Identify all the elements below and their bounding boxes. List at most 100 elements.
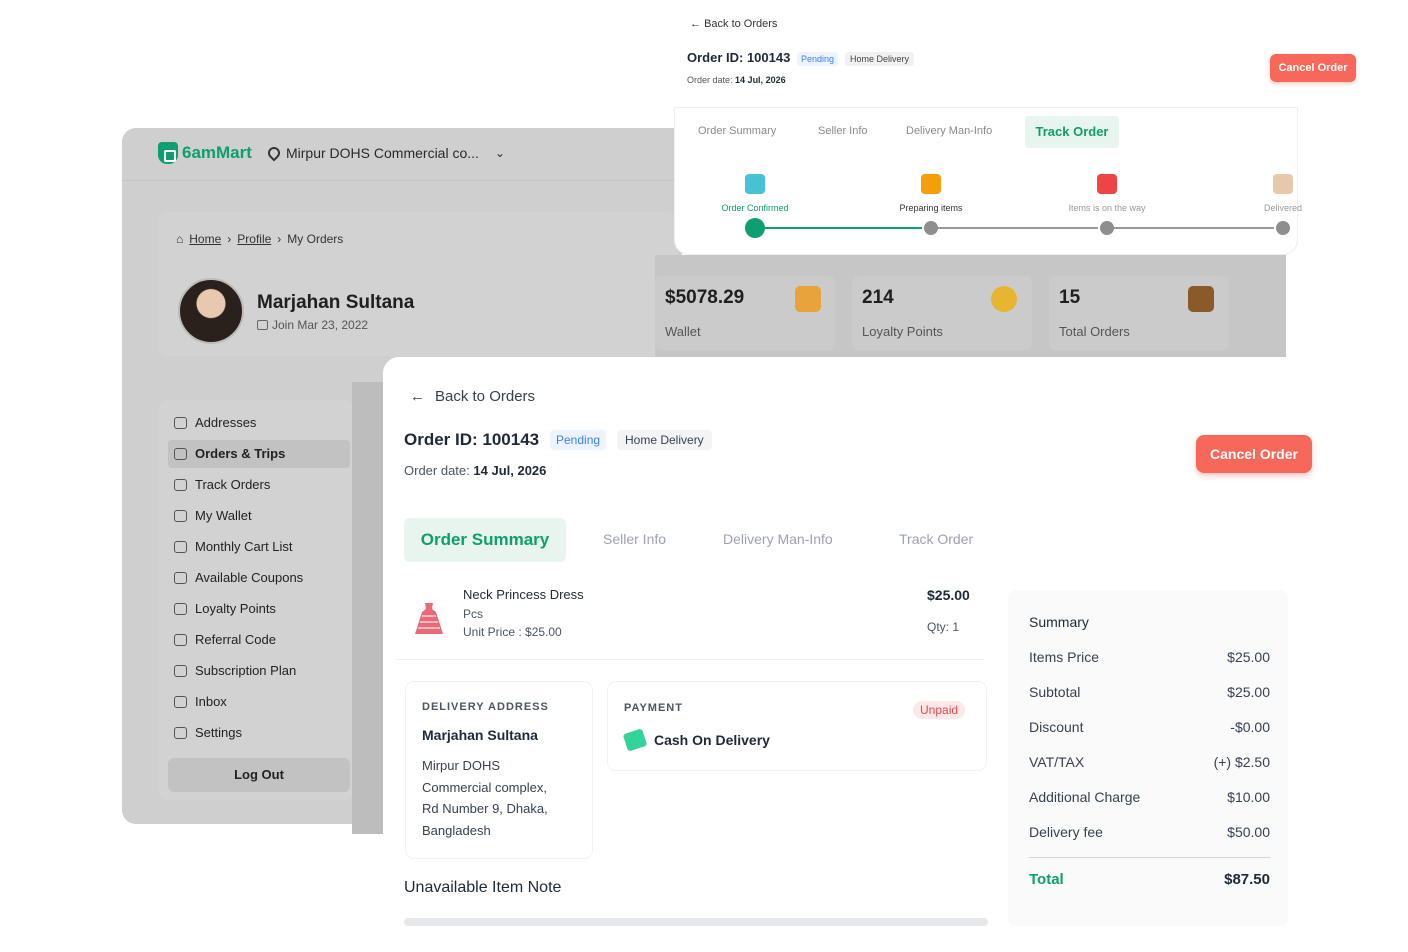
tab-seller-info[interactable]: Seller Info xyxy=(603,531,666,547)
menu-item-referral[interactable]: Referral Code xyxy=(174,632,276,647)
menu-item-settings[interactable]: Settings xyxy=(174,725,242,740)
breadcrumb-profile[interactable]: Profile xyxy=(237,232,271,246)
bag-logo-icon xyxy=(158,142,178,164)
summary-label-discount: Discount xyxy=(1029,719,1084,735)
brand-name: 6amMart xyxy=(182,143,252,162)
menu-label: My Wallet xyxy=(195,508,252,523)
orders-value: 15 xyxy=(1059,287,1081,308)
menu-item-orders[interactable]: Orders & Trips xyxy=(174,446,285,461)
brand-logo[interactable]: 6amMart xyxy=(158,142,252,164)
mini-delivery-type-badge: Home Delivery xyxy=(845,52,915,66)
share-icon xyxy=(174,633,187,646)
payment-heading: PAYMENT xyxy=(624,702,683,714)
loyalty-label: Loyalty Points xyxy=(862,324,943,339)
delivery-address-name: Marjahan Sultana xyxy=(422,727,538,743)
summary-label-additional-charge: Additional Charge xyxy=(1029,789,1141,805)
dress-icon xyxy=(415,603,443,634)
menu-label: Subscription Plan xyxy=(195,663,297,678)
summary-value-discount: -$0.00 xyxy=(1230,719,1270,735)
mini-order-date: Order date: 14 Jul, 2026 xyxy=(687,75,786,85)
join-date-text: Join Mar 23, 2022 xyxy=(272,318,369,332)
coupon-icon xyxy=(174,571,187,584)
progress-line xyxy=(1114,227,1274,229)
location-pin-icon xyxy=(265,144,283,162)
step-label-preparing: Preparing items xyxy=(899,203,963,213)
breadcrumb-separator-icon: › xyxy=(277,232,282,246)
mini-date-value: 14 Jul, 2026 xyxy=(735,75,786,85)
menu-item-addresses[interactable]: Addresses xyxy=(174,415,256,430)
mini-back-to-orders[interactable]: ← Back to Orders xyxy=(690,18,777,30)
order-id: Order ID: 100143 xyxy=(404,430,540,449)
order-confirmed-icon xyxy=(745,174,765,194)
payment-status-badge: Unpaid xyxy=(913,701,966,719)
route-icon xyxy=(174,478,187,491)
mini-order-id: Order ID: 100143 xyxy=(687,50,791,65)
payment-card xyxy=(608,682,986,770)
address-line: Bangladesh xyxy=(422,823,491,838)
mini-status-badge: Pending xyxy=(797,52,839,66)
summary-label-delivery-fee: Delivery fee xyxy=(1029,824,1103,840)
back-to-orders-link[interactable]: ← Back to Orders xyxy=(410,388,535,405)
order-date: Order date: 14 Jul, 2026 xyxy=(404,463,546,478)
order-date-label: Order date: xyxy=(404,463,470,478)
tab-track-order[interactable]: Track Order xyxy=(899,531,973,547)
star-badge-icon xyxy=(991,286,1017,312)
menu-item-inbox[interactable]: Inbox xyxy=(174,694,227,709)
address-icon xyxy=(174,416,187,429)
logout-button[interactable]: Log Out xyxy=(168,758,350,792)
home-icon: ⌂ xyxy=(176,232,184,246)
step-dot-delivered xyxy=(1276,221,1290,235)
wallet-value: $5078.29 xyxy=(665,287,745,308)
mini-tab-seller-info[interactable]: Seller Info xyxy=(818,125,868,137)
menu-item-loyalty[interactable]: Loyalty Points xyxy=(174,601,276,616)
mini-tab-delivery-man[interactable]: Delivery Man-Info xyxy=(906,125,992,137)
menu-label: Loyalty Points xyxy=(195,601,276,616)
mini-tab-order-summary[interactable]: Order Summary xyxy=(698,125,776,137)
wallet-icon xyxy=(174,509,187,522)
summary-divider xyxy=(1029,857,1270,858)
mini-date-label: Order date: xyxy=(687,75,733,85)
menu-item-wallet[interactable]: My Wallet xyxy=(174,508,252,523)
mini-tab-track-order[interactable]: Track Order xyxy=(1025,116,1119,148)
location-selector[interactable]: Mirpur DOHS Commercial co... ⌄ xyxy=(265,144,505,162)
menu-label: Inbox xyxy=(195,694,227,709)
summary-label-vat: VAT/TAX xyxy=(1029,754,1085,770)
back-label: Back to Orders xyxy=(435,388,536,405)
menu-label: Available Coupons xyxy=(195,570,304,585)
address-line: Rd Number 9, Dhaka, xyxy=(422,801,548,816)
summary-value-items-price: $25.00 xyxy=(1227,649,1270,665)
delivered-icon xyxy=(1273,174,1293,194)
mini-cancel-order-button[interactable]: Cancel Order xyxy=(1270,54,1356,82)
summary-label-subtotal: Subtotal xyxy=(1029,684,1081,700)
wallet-label: Wallet xyxy=(665,324,701,339)
menu-item-monthly-cart[interactable]: Monthly Cart List xyxy=(174,539,293,554)
profile-name: Marjahan Sultana xyxy=(257,292,415,313)
menu-label: Addresses xyxy=(195,415,257,430)
menu-shadow-edge xyxy=(352,382,383,834)
summary-value-delivery-fee: $50.00 xyxy=(1227,824,1270,840)
menu-item-subscription[interactable]: Subscription Plan xyxy=(174,663,296,678)
delivery-type-badge: Home Delivery xyxy=(617,430,712,450)
cancel-order-button[interactable]: Cancel Order xyxy=(1196,435,1312,473)
status-badge: Pending xyxy=(550,430,607,450)
step-dot-preparing xyxy=(924,221,938,235)
preparing-items-icon xyxy=(921,174,941,194)
tab-delivery-man-info[interactable]: Delivery Man-Info xyxy=(723,531,833,547)
list-icon xyxy=(174,447,187,460)
tab-order-summary[interactable]: Order Summary xyxy=(404,518,566,562)
summary-total-value: $87.50 xyxy=(1224,871,1270,888)
breadcrumb-current: My Orders xyxy=(287,232,344,246)
breadcrumb-separator-icon: › xyxy=(227,232,232,246)
loyalty-value: 214 xyxy=(862,287,894,308)
menu-item-track-orders[interactable]: Track Orders xyxy=(174,477,270,492)
breadcrumb-home[interactable]: Home xyxy=(189,232,221,246)
menu-item-coupons[interactable]: Available Coupons xyxy=(174,570,303,585)
location-text: Mirpur DOHS Commercial co... xyxy=(286,145,479,161)
progress-line-done xyxy=(762,227,922,229)
unavailable-item-note-heading: Unavailable Item Note xyxy=(404,879,562,896)
payment-method: Cash On Delivery xyxy=(654,732,770,748)
gear-icon xyxy=(174,726,187,739)
orders-label: Total Orders xyxy=(1059,324,1130,339)
order-date-value: 14 Jul, 2026 xyxy=(473,463,547,478)
summary-label-items-price: Items Price xyxy=(1029,649,1100,665)
